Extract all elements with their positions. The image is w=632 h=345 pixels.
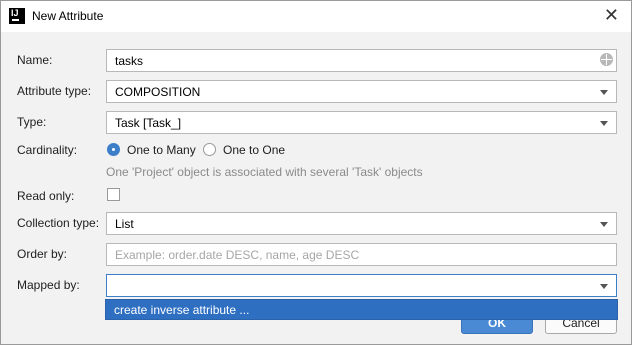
collection-type-select[interactable]: List bbox=[106, 212, 617, 235]
type-label: Type: bbox=[17, 115, 47, 129]
attribute-type-value: COMPOSITION bbox=[115, 85, 201, 99]
new-attribute-dialog: IJ New Attribute ✕ Name: tasks Attribute… bbox=[0, 0, 632, 345]
cardinality-hint: One 'Project' object is associated with … bbox=[106, 165, 423, 179]
mapped-by-label: Mapped by: bbox=[17, 278, 80, 292]
radio-one-to-many[interactable] bbox=[107, 143, 120, 156]
dropdown-item-create-inverse[interactable]: create inverse attribute ... bbox=[114, 303, 249, 317]
collection-type-value: List bbox=[115, 217, 134, 231]
name-label: Name: bbox=[17, 53, 53, 67]
localization-icon[interactable] bbox=[600, 53, 613, 66]
type-select[interactable]: Task [Task_] bbox=[106, 111, 617, 134]
collection-type-label: Collection type: bbox=[17, 216, 100, 230]
title-bar: IJ New Attribute ✕ bbox=[1, 1, 631, 32]
chevron-down-icon bbox=[600, 222, 608, 227]
type-value: Task [Task_] bbox=[115, 116, 182, 130]
radio-one-to-one[interactable] bbox=[203, 143, 216, 156]
radio-one-to-many-label[interactable]: One to Many bbox=[127, 143, 196, 157]
order-by-field[interactable]: Example: order.date DESC, name, age DESC bbox=[106, 243, 617, 266]
attribute-type-select[interactable]: COMPOSITION bbox=[106, 80, 617, 103]
order-by-label: Order by: bbox=[17, 247, 68, 261]
cardinality-label: Cardinality: bbox=[17, 143, 78, 157]
attribute-type-label: Attribute type: bbox=[17, 84, 92, 98]
mapped-by-select[interactable] bbox=[106, 274, 617, 297]
window-title: New Attribute bbox=[32, 9, 104, 23]
close-icon[interactable]: ✕ bbox=[604, 5, 619, 25]
name-value: tasks bbox=[115, 54, 144, 68]
name-field[interactable]: tasks bbox=[106, 49, 617, 72]
order-by-placeholder: Example: order.date DESC, name, age DESC bbox=[115, 248, 360, 262]
chevron-down-icon bbox=[600, 121, 608, 126]
radio-one-to-one-label[interactable]: One to One bbox=[223, 143, 285, 157]
chevron-down-icon bbox=[600, 284, 608, 289]
chevron-down-icon bbox=[600, 90, 608, 95]
mapped-by-dropdown[interactable]: create inverse attribute ... bbox=[105, 299, 618, 320]
intellij-icon: IJ bbox=[9, 8, 25, 24]
read-only-label: Read only: bbox=[17, 189, 75, 203]
read-only-checkbox[interactable] bbox=[107, 188, 120, 201]
